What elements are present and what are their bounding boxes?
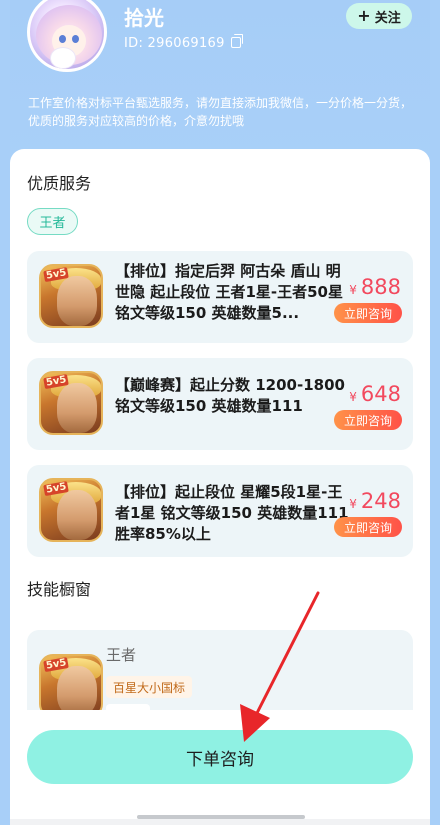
profile-description: 工作室价格对标平台甄选服务，请勿直接添加我微信，一分价格一分货，优质的服务对应较…	[28, 96, 413, 128]
copy-icon[interactable]	[230, 34, 243, 48]
game-icon-face	[57, 383, 97, 433]
service-price: ¥248	[349, 489, 401, 513]
quality-section-title: 优质服务	[27, 174, 92, 193]
currency-symbol: ¥	[349, 283, 357, 297]
price-value: 248	[360, 489, 401, 513]
consult-button[interactable]: 立即咨询	[334, 517, 402, 537]
follow-button[interactable]: + 关注	[346, 3, 412, 29]
follow-label: 关注	[374, 10, 401, 26]
service-item[interactable]: 5v5 【排位】起止段位 星耀5段1星-王者1星 铭文等级150 英雄数量111…	[27, 465, 413, 557]
consult-button[interactable]: 立即咨询	[334, 410, 402, 430]
price-value: 888	[360, 275, 401, 299]
plus-icon: +	[357, 6, 371, 25]
avatar-bunny	[50, 47, 76, 69]
game-icon: 5v5	[39, 371, 103, 435]
profile-id: ID: 296069169	[124, 34, 243, 51]
service-item[interactable]: 5v5 【排位】指定后羿 阿古朵 盾山 明世隐 起止段位 王者1星-王者50星 …	[27, 251, 413, 343]
skill-item-tag: 百星大小国标	[106, 676, 193, 698]
service-description: 【排位】指定后羿 阿古朵 盾山 明世隐 起止段位 王者1星-王者50星 铭文等级…	[115, 262, 343, 322]
service-price: ¥648	[349, 382, 401, 406]
avatar-eye-left	[59, 35, 66, 43]
profile-id-text: ID: 296069169	[124, 36, 225, 51]
skill-item-name: 王者	[106, 646, 137, 664]
skill-showcase-item[interactable]: 5v5 王者 百星大小国标	[27, 630, 413, 710]
game-icon: 5v5	[39, 654, 103, 710]
service-item[interactable]: 5v5 【巅峰赛】起止分数 1200-1800 铭文等级150 英雄数量111 …	[27, 358, 413, 450]
skill-item-tag-placeholder	[106, 704, 150, 710]
service-description: 【排位】起止段位 星耀5段1星-王者1星 铭文等级150 英雄数量111 胜率8…	[115, 483, 349, 543]
skills-section-title: 技能橱窗	[27, 580, 92, 599]
service-description: 【巅峰赛】起止分数 1200-1800 铭文等级150 英雄数量111	[115, 376, 345, 415]
service-price: ¥888	[349, 275, 401, 299]
header-bg-left	[0, 0, 10, 825]
price-value: 648	[360, 382, 401, 406]
currency-symbol: ¥	[349, 390, 357, 404]
game-icon: 5v5	[39, 478, 103, 542]
game-icon-face	[57, 666, 97, 710]
home-indicator	[137, 815, 305, 819]
game-icon: 5v5	[39, 264, 103, 328]
consult-button[interactable]: 立即咨询	[334, 303, 402, 323]
header-bg-right	[430, 0, 440, 825]
avatar-eye-right	[72, 35, 79, 43]
profile-name: 拾光	[124, 6, 164, 30]
order-consult-button[interactable]: 下单咨询	[27, 730, 413, 784]
category-tag-king[interactable]: 王者	[27, 208, 78, 235]
game-icon-face	[57, 490, 97, 540]
currency-symbol: ¥	[349, 497, 357, 511]
game-icon-face	[57, 276, 97, 326]
